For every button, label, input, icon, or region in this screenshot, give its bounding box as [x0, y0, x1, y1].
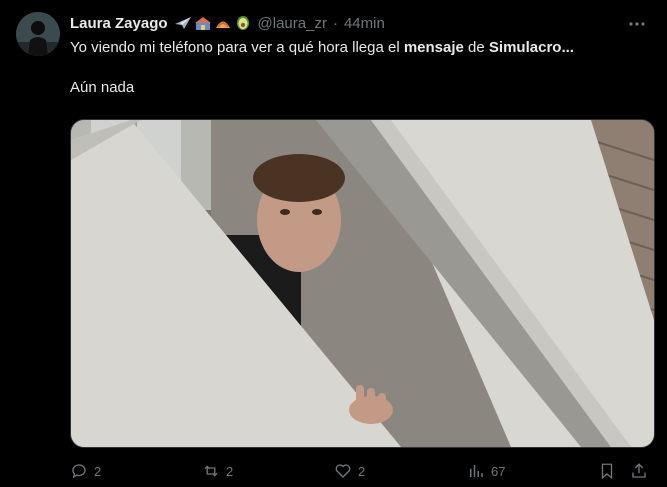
- display-name[interactable]: Laura Zayago: [70, 15, 168, 32]
- tweet-text-bold-mensaje: mensaje: [403, 39, 464, 56]
- avatar[interactable]: [16, 12, 60, 56]
- reply-count: 2: [94, 463, 102, 479]
- tweet: Laura Zayago @laura_zr · 44min Yo viendo…: [0, 0, 667, 487]
- reply-button[interactable]: 2: [70, 459, 101, 483]
- views-count: 67: [491, 463, 506, 479]
- tweet-text-bold-simulacro: Simulacro: [488, 39, 562, 56]
- tweet-media-image[interactable]: [70, 119, 655, 448]
- share-icon: [632, 463, 646, 478]
- like-count: 2: [358, 463, 366, 479]
- like-button[interactable]: 2: [334, 459, 365, 483]
- tweet-text-line2: Aún nada: [70, 79, 135, 96]
- taco-emoji-icon: [215, 21, 230, 28]
- views-bars-icon: [470, 465, 483, 477]
- tweet-text-part: Yo viendo mi teléfono para ver a qué hor…: [70, 39, 404, 56]
- meme-photo: [71, 120, 654, 447]
- timestamp[interactable]: 44min: [344, 15, 385, 32]
- bookmark-button[interactable]: [598, 459, 616, 483]
- tweet-text: Yo viendo mi teléfono para ver a qué hor…: [70, 38, 650, 98]
- retweet-icon: [204, 465, 218, 477]
- views-button[interactable]: 67: [467, 459, 505, 483]
- tweet-header: Laura Zayago @laura_zr · 44min: [70, 13, 385, 33]
- retweet-button[interactable]: 2: [202, 459, 233, 483]
- action-bar: 2 2 2 67: [70, 459, 655, 483]
- name-emojis: [174, 15, 252, 31]
- bookmark-icon: [601, 463, 613, 480]
- share-button[interactable]: [630, 459, 648, 483]
- more-dots-icon[interactable]: [627, 14, 647, 34]
- retweet-count: 2: [226, 463, 234, 479]
- avatar-image: [16, 12, 60, 56]
- separator: ·: [332, 14, 338, 32]
- avocado-emoji-icon: [236, 16, 249, 30]
- reply-icon: [72, 464, 86, 479]
- tweet-text-part: de: [463, 39, 489, 56]
- house-emoji-icon: [194, 17, 211, 30]
- airplane-emoji-icon: [174, 17, 191, 29]
- handle[interactable]: @laura_zr: [258, 15, 327, 32]
- tweet-text-ellipsis: ...: [561, 39, 574, 56]
- heart-icon: [335, 464, 351, 478]
